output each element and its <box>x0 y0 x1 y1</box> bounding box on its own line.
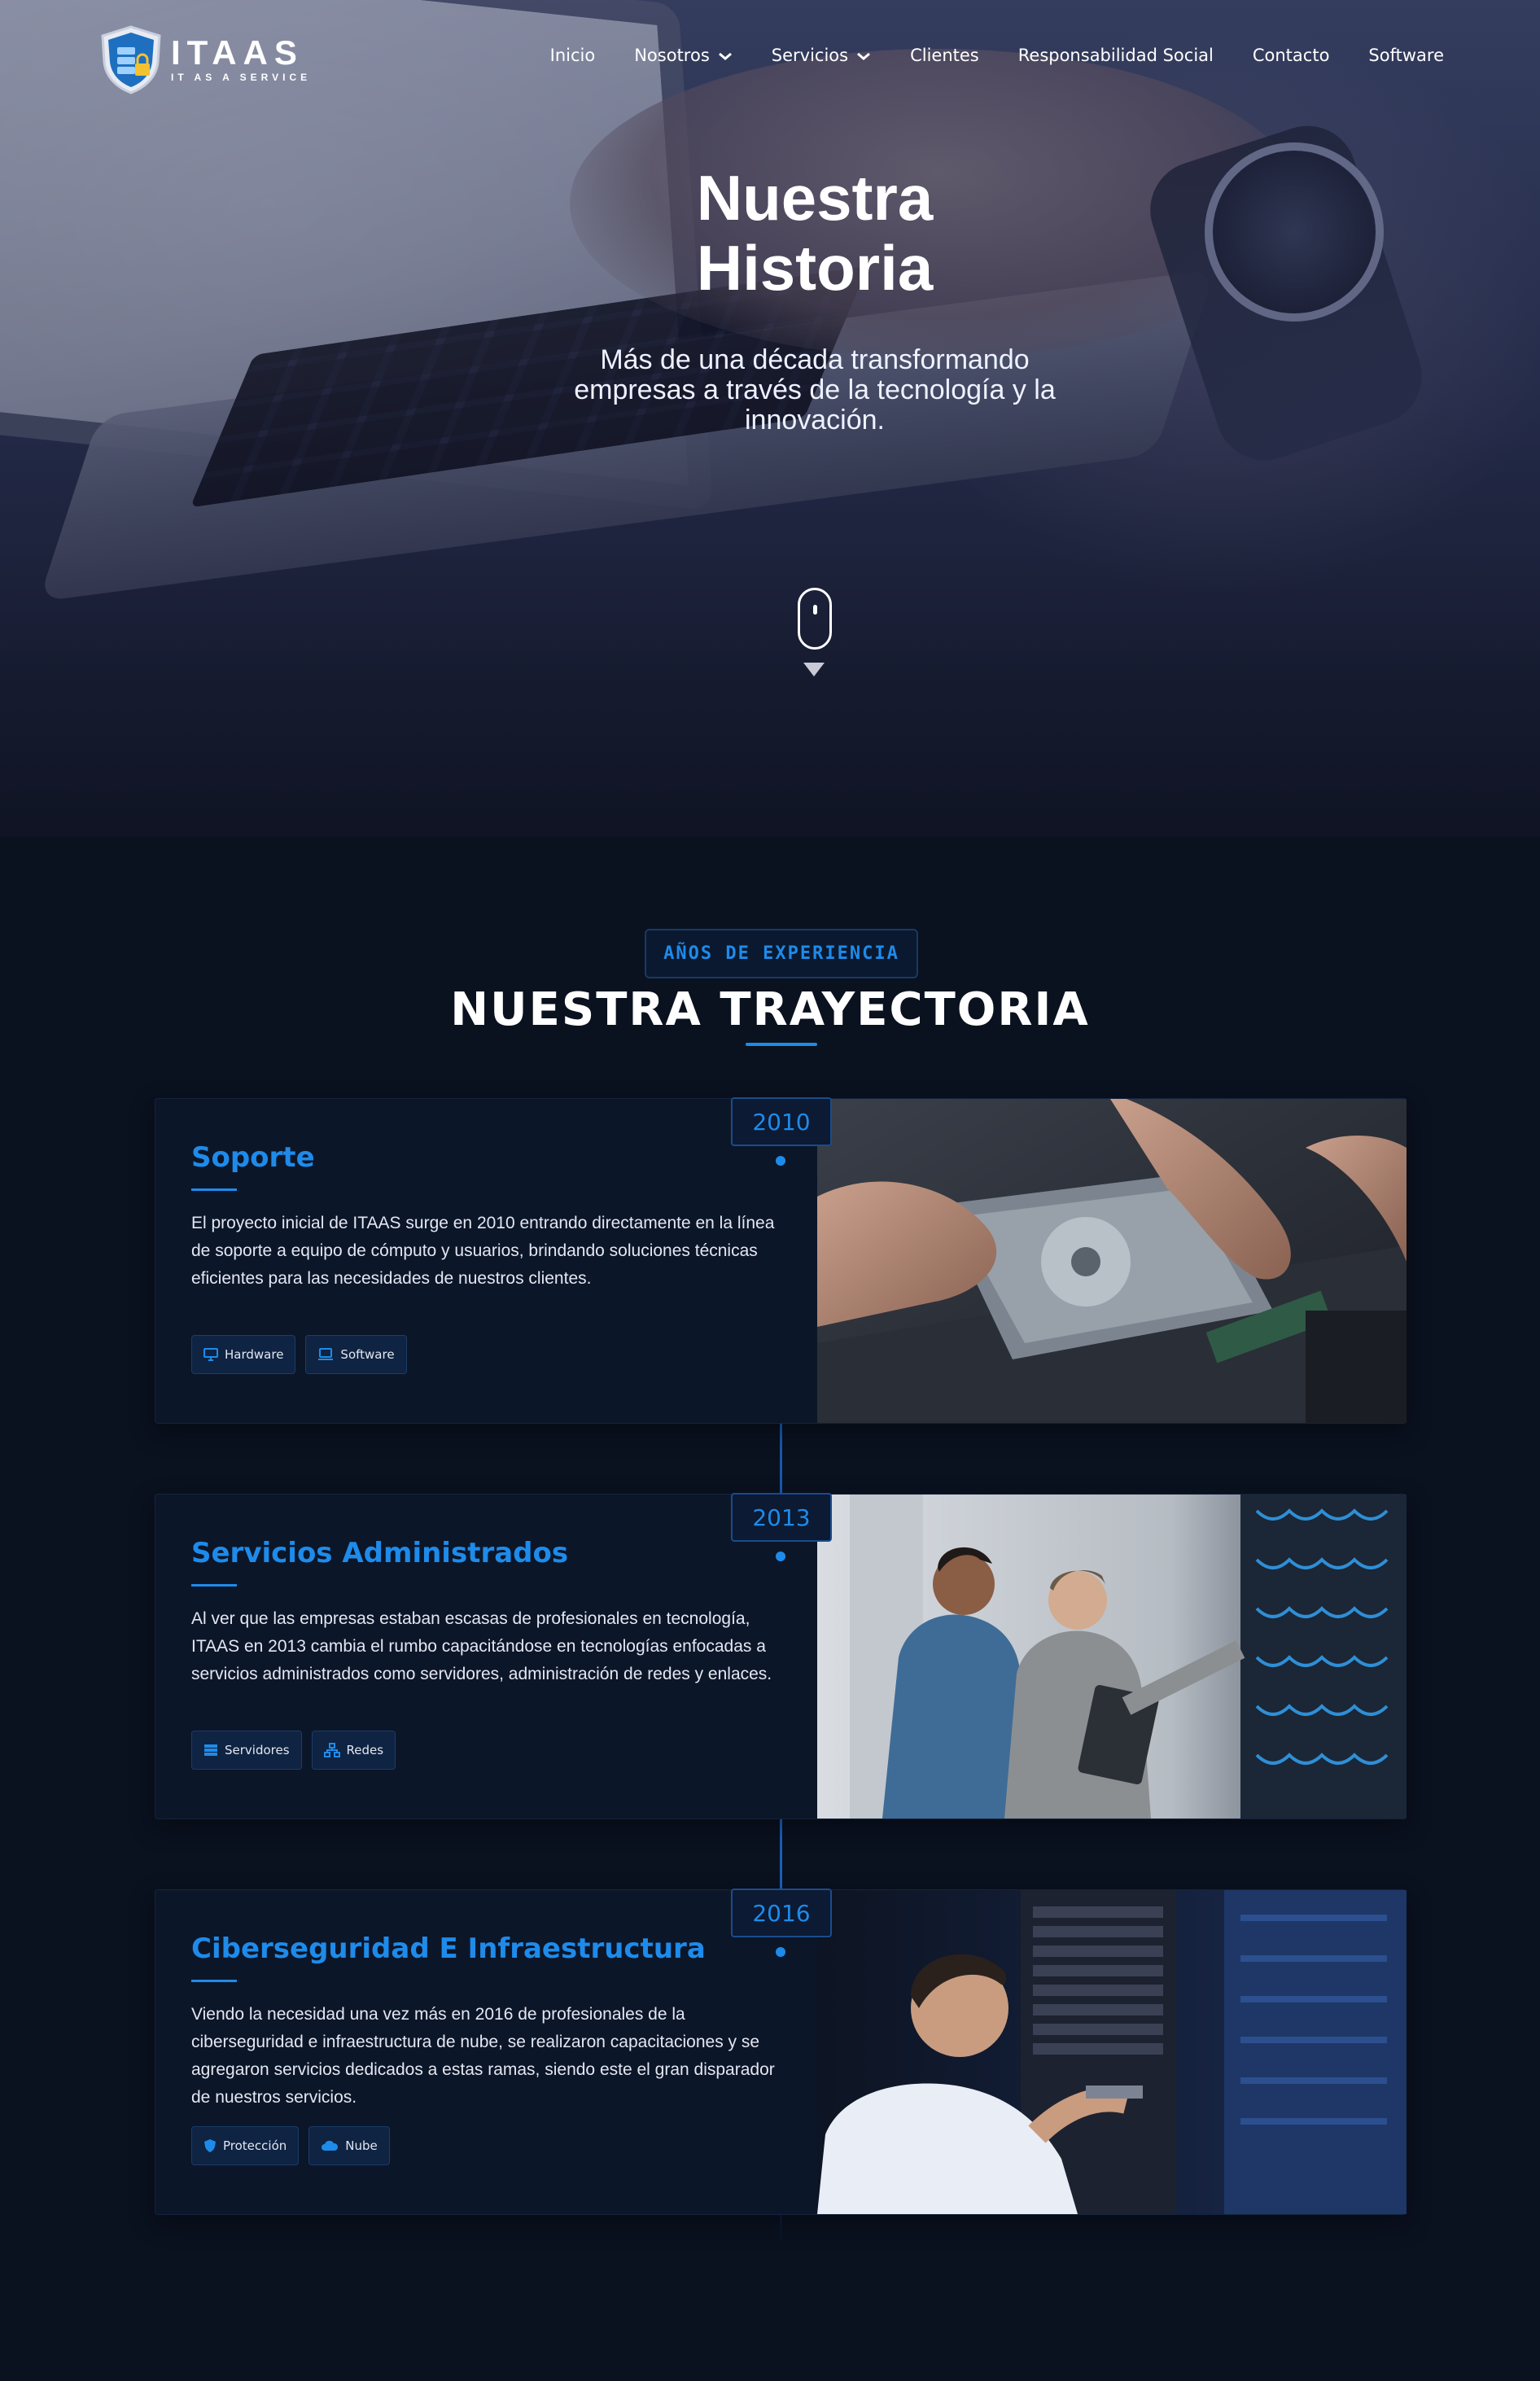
tag-software: Software <box>305 1335 407 1374</box>
year-badge-2013: 2013 <box>731 1493 832 1542</box>
card-title: Ciberseguridad E Infraestructura <box>191 1932 706 1965</box>
tag-servidores: Servidores <box>191 1731 302 1770</box>
hero-section: ITAAS IT AS A SERVICE Inicio Nosotros Se… <box>0 0 1540 837</box>
card-image-datacenter-technician <box>817 1890 1407 2214</box>
nav-item-software[interactable]: Software <box>1368 46 1444 65</box>
hero-title: Nuestra Historia <box>696 162 934 304</box>
shield-icon <box>204 2139 216 2152</box>
nav-item-responsabilidad-social[interactable]: Responsabilidad Social <box>1018 46 1214 65</box>
timeline-dot <box>776 1552 785 1561</box>
brand-logo[interactable]: ITAAS IT AS A SERVICE <box>99 24 311 94</box>
laptop-icon <box>318 1348 334 1360</box>
timeline-dot <box>776 1156 785 1166</box>
nav-item-nosotros[interactable]: Nosotros <box>634 46 733 65</box>
nav-item-inicio[interactable]: Inicio <box>550 46 596 65</box>
server-icon <box>204 1744 217 1756</box>
year-badge-2016: 2016 <box>731 1889 832 1937</box>
section-title: NUESTRA TRAYECTORIA <box>450 983 1090 1036</box>
card-text: El proyecto inicial de ITAAS surge en 20… <box>191 1214 775 1288</box>
card-title: Soporte <box>191 1141 315 1174</box>
title-underline <box>746 1043 817 1046</box>
shield-logo-icon <box>99 24 163 94</box>
timeline-card-2013: Servicios Administrados Al ver que las e… <box>155 1494 1407 1819</box>
year-badge-2010: 2010 <box>731 1097 832 1146</box>
main-nav: Inicio Nosotros Servicios Clientes Respo… <box>550 46 1444 65</box>
mouse-scroll-icon[interactable] <box>798 588 832 650</box>
card-title: Servicios Administrados <box>191 1537 569 1569</box>
tag-proteccion: Protección <box>191 2126 300 2165</box>
nav-item-contacto[interactable]: Contacto <box>1253 46 1330 65</box>
timeline-dot <box>776 1947 785 1957</box>
monitor-icon <box>203 1348 218 1361</box>
card-image-hard-drive <box>817 1099 1407 1423</box>
section-badge: AÑOS DE EXPERIENCIA <box>645 929 918 978</box>
cloud-icon <box>322 2140 339 2151</box>
arrow-down-icon[interactable] <box>803 663 825 676</box>
timeline-card-2016: Ciberseguridad E Infraestructura Viendo … <box>155 1889 1407 2215</box>
nav-item-clientes[interactable]: Clientes <box>910 46 979 65</box>
nav-item-servicios[interactable]: Servicios <box>772 46 871 65</box>
hero-subtitle: Más de una década transformando empresas… <box>574 344 1056 435</box>
brand-tagline: IT AS A SERVICE <box>171 72 312 83</box>
tag-hardware: Hardware <box>191 1335 296 1374</box>
tag-nube: Nube <box>308 2126 390 2165</box>
card-image-server-technicians <box>817 1495 1407 1819</box>
network-icon <box>323 1743 340 1757</box>
brand-name: ITAAS <box>171 33 304 72</box>
card-text: Al ver que las empresas estaban escasas … <box>191 1609 772 1683</box>
chevron-down-icon <box>856 46 871 65</box>
card-text: Viendo la necesidad una vez más en 2016 … <box>191 2005 775 2107</box>
tag-redes: Redes <box>311 1731 396 1770</box>
chevron-down-icon <box>718 46 733 65</box>
timeline-card-2010: Soporte El proyecto inicial de ITAAS sur… <box>155 1098 1407 1424</box>
